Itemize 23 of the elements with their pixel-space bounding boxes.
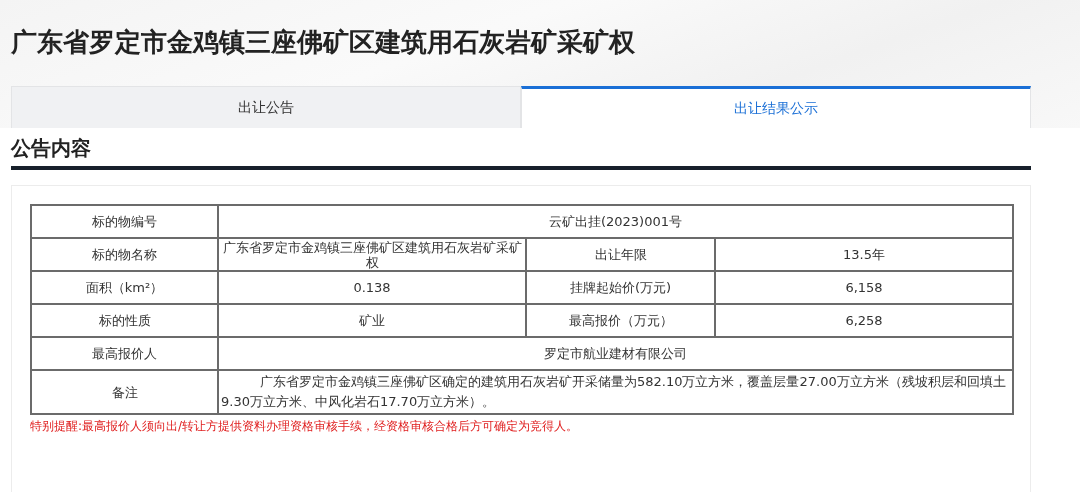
table-cell: 矿业	[218, 304, 526, 337]
table-cell: 6,258	[715, 304, 1013, 337]
table-cell: 标的物编号	[31, 205, 218, 238]
table-cell: 备注	[31, 370, 218, 414]
table-cell: 出让年限	[526, 238, 715, 271]
table-cell: 罗定市航业建材有限公司	[218, 337, 1013, 370]
table-cell: 广东省罗定市金鸡镇三座佛矿区建筑用石灰岩矿采矿权	[218, 238, 526, 271]
table-cell: 挂牌起始价(万元)	[526, 271, 715, 304]
table-cell: 6,158	[715, 271, 1013, 304]
table-cell: 面积（km²）	[31, 271, 218, 304]
table-cell: 标的物名称	[31, 238, 218, 271]
page-title: 广东省罗定市金鸡镇三座佛矿区建筑用石灰岩矿采矿权	[11, 26, 636, 59]
table-cell: 13.5年	[715, 238, 1013, 271]
table-cell: 最高报价人	[31, 337, 218, 370]
warning-text: 特别提醒:最高报价人须向出/转让方提供资料办理资格审核手续，经资格审核合格后方可确定为竞得人。	[30, 418, 580, 435]
table-cell: 0.138	[218, 271, 526, 304]
table-cell: 广东省罗定市金鸡镇三座佛矿区确定的建筑用石灰岩矿开采储量为582.10万立方米，覆盖层量27.00万立方米（残坡积层和回填土9.30万立方米、中风化岩石17.70万立方米）。	[218, 370, 1013, 414]
tab[interactable]: 出让公告	[11, 86, 521, 128]
section-title: 公告内容	[11, 135, 92, 162]
tab[interactable]: 出让结果公示	[521, 86, 1031, 128]
table-cell: 云矿出挂(2023)001号	[218, 205, 1013, 238]
table-cell: 最高报价（万元）	[526, 304, 715, 337]
table-cell: 标的性质	[31, 304, 218, 337]
